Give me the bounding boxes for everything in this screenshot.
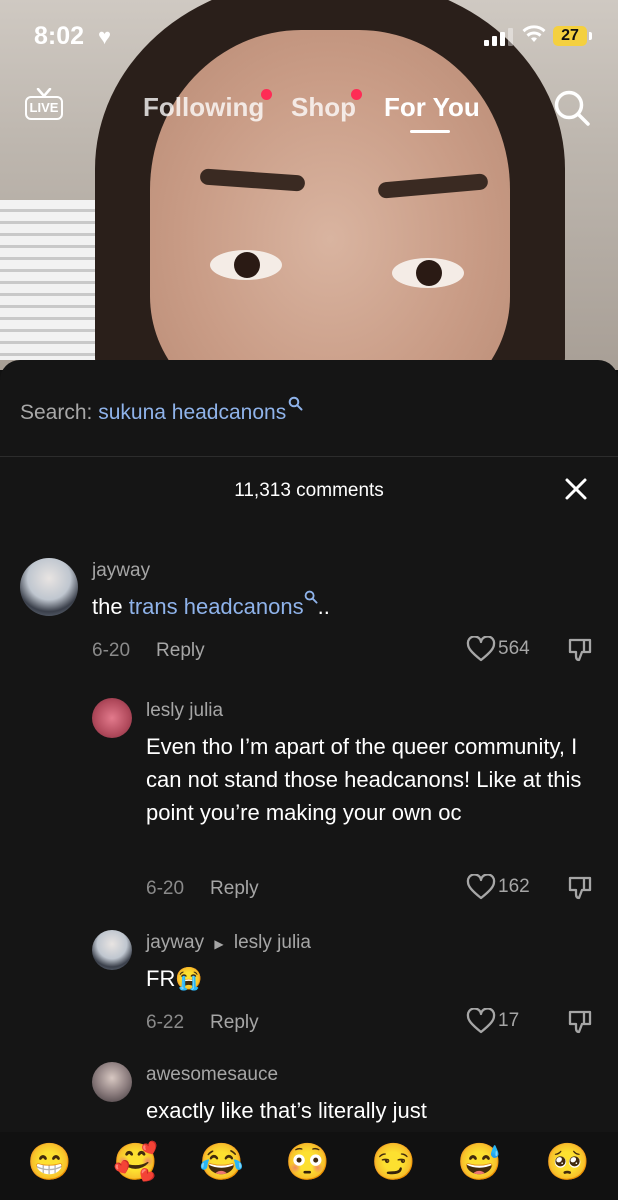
comment-username: jayway ▶ lesly julia — [146, 932, 311, 954]
status-time: 8:02 — [34, 22, 85, 50]
comment-text-prefix: the — [92, 594, 129, 619]
following-notification-dot — [261, 89, 272, 100]
search-suggestion-term: sukuna headcanons — [98, 401, 287, 424]
shop-notification-dot — [351, 89, 362, 100]
emoji-pleading-button[interactable]: 🥺 — [545, 1140, 590, 1184]
search-link-icon — [304, 590, 318, 604]
comment-username[interactable]: lesly julia — [146, 700, 223, 722]
comment-text: FR😭 — [146, 962, 203, 995]
like-button[interactable]: 162 — [466, 873, 530, 900]
reply-button[interactable]: Reply — [210, 1012, 259, 1033]
tab-following[interactable]: Following — [143, 92, 264, 123]
search-suggestion[interactable]: Search: sukuna headcanons — [20, 396, 303, 425]
comment-date: 6-22 — [146, 1012, 185, 1033]
dislike-icon[interactable] — [566, 1008, 594, 1036]
avatar[interactable] — [92, 698, 132, 738]
comment-link[interactable]: trans headcanons — [129, 594, 304, 619]
battery-icon: 27 — [553, 26, 592, 46]
search-suggestion-icon — [288, 396, 303, 411]
emoji-smiling-hearts-button[interactable]: 🥰 — [113, 1140, 158, 1184]
tab-shop[interactable]: Shop — [291, 92, 356, 123]
comments-sheet: Search: sukuna headcanons 11,313 comment… — [0, 360, 618, 1200]
reply-button[interactable]: Reply — [210, 878, 259, 899]
comments-count: 11,313 comments — [234, 480, 384, 501]
comment-username[interactable]: awesomesauce — [146, 1064, 278, 1086]
comment-date: 6-20 — [146, 878, 185, 899]
live-button[interactable]: LIVE — [25, 88, 65, 122]
live-label: LIVE — [25, 96, 63, 120]
comment-username[interactable]: jayway — [92, 560, 150, 582]
active-tab-indicator — [410, 130, 450, 133]
like-button[interactable]: 17 — [466, 1007, 520, 1034]
avatar[interactable] — [92, 1062, 132, 1102]
heart-outline-icon — [466, 1007, 496, 1034]
wifi-icon — [522, 24, 546, 50]
comment-text-suffix: .. — [317, 594, 330, 619]
tab-for-you[interactable]: For You — [384, 92, 480, 123]
emoji-flushed-button[interactable]: 😳 — [285, 1140, 330, 1184]
comment-meta: 6-22 Reply — [146, 1012, 259, 1034]
person-face — [150, 30, 510, 370]
like-button[interactable]: 564 — [466, 635, 530, 662]
right-eye — [392, 258, 464, 288]
comment-meta: 6-20 Reply — [146, 878, 259, 900]
comment-text: exactly like that’s literally just — [146, 1098, 427, 1123]
comment-date: 6-20 — [92, 640, 131, 661]
avatar[interactable] — [20, 558, 78, 616]
heart-outline-icon — [466, 873, 496, 900]
divider — [0, 456, 618, 457]
reply-button[interactable]: Reply — [156, 640, 205, 661]
search-icon[interactable] — [552, 88, 592, 128]
signal-icon — [484, 28, 514, 46]
comment-text: the trans headcanons.. — [92, 590, 330, 623]
status-bar: 8:02 ♥ 27 — [0, 0, 618, 70]
close-icon[interactable] — [563, 476, 589, 502]
emoji-quick-bar: 😁 🥰 😂 😳 😏 😅 🥺 — [0, 1132, 618, 1200]
emoji-sweat-smile-button[interactable]: 😅 — [457, 1140, 502, 1184]
avatar[interactable] — [92, 930, 132, 970]
like-count: 17 — [498, 1010, 520, 1032]
left-eye — [210, 250, 282, 280]
emoji-smirk-button[interactable]: 😏 — [371, 1140, 416, 1184]
like-count: 564 — [498, 638, 530, 660]
heart-outline-icon — [466, 635, 496, 662]
crying-emoji: 😭 — [175, 966, 203, 991]
like-count: 162 — [498, 876, 530, 898]
heart-icon: ♥ — [98, 24, 112, 49]
dislike-icon[interactable] — [566, 636, 594, 664]
window-blinds — [0, 200, 110, 360]
dislike-icon[interactable] — [566, 874, 594, 902]
reply-arrow-icon: ▶ — [214, 937, 224, 951]
comment-username-link[interactable]: jayway — [146, 932, 204, 953]
reply-to-username[interactable]: lesly julia — [234, 932, 311, 953]
emoji-grinning-button[interactable]: 😁 — [27, 1140, 72, 1184]
search-suggestion-prefix: Search: — [20, 401, 99, 424]
comment-text-content: FR — [146, 966, 176, 991]
comment-meta: 6-20 Reply — [92, 640, 205, 662]
top-navigation: LIVE Following Shop For You — [0, 86, 618, 134]
comment-text: Even tho I’m apart of the queer communit… — [146, 734, 582, 825]
emoji-joy-button[interactable]: 😂 — [199, 1140, 244, 1184]
